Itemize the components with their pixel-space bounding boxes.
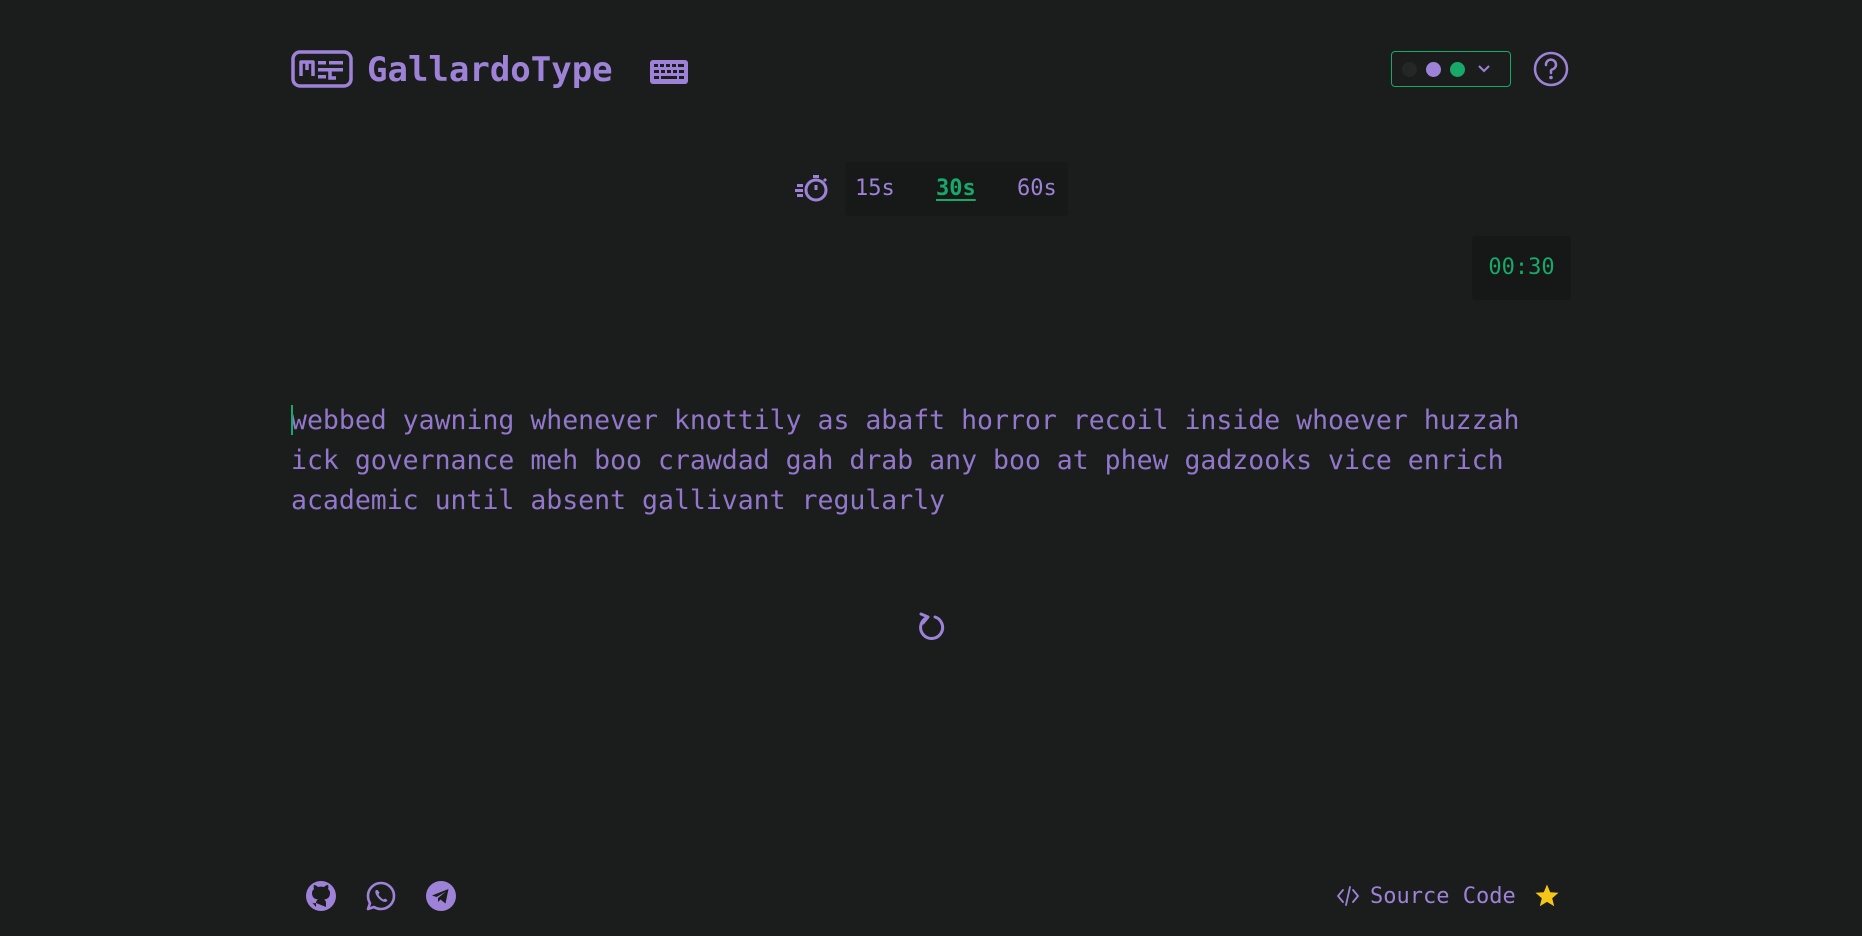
theme-swatch-highlight <box>1450 61 1465 77</box>
app-title: GallardoType <box>367 50 613 90</box>
chevron-down-icon <box>1478 65 1490 73</box>
code-icon <box>1337 886 1359 906</box>
duration-option-60s[interactable]: 60s <box>1017 162 1057 216</box>
duration-option-15s[interactable]: 15s <box>855 162 895 216</box>
theme-swatch-background <box>1402 61 1417 77</box>
question-mark-icon[interactable] <box>1533 51 1569 87</box>
countdown-timer: 00:30 <box>1472 236 1571 300</box>
duration-option-30s[interactable]: 30s <box>936 162 976 216</box>
duration-selector: 15s 30s 60s <box>845 162 1068 216</box>
typing-logo-icon[interactable] <box>291 50 353 88</box>
whatsapp-icon[interactable] <box>365 880 397 912</box>
typing-app: GallardoType 15s 30s 60s 00:30 webbed ya… <box>0 0 1862 936</box>
timer-icon <box>795 175 828 202</box>
keyboard-icon[interactable] <box>650 60 688 84</box>
telegram-icon[interactable] <box>425 880 457 912</box>
typing-words[interactable]: webbed yawning whenever knottily as abaf… <box>291 401 1581 521</box>
source-code-link[interactable]: Source Code <box>1336 880 1560 912</box>
typing-caret <box>291 405 293 435</box>
restart-icon[interactable] <box>917 611 945 641</box>
theme-swatch-accent <box>1426 61 1441 77</box>
theme-selector[interactable] <box>1391 51 1511 87</box>
source-code-label: Source Code <box>1370 883 1516 909</box>
github-icon[interactable] <box>305 880 337 912</box>
star-icon <box>1535 884 1559 907</box>
